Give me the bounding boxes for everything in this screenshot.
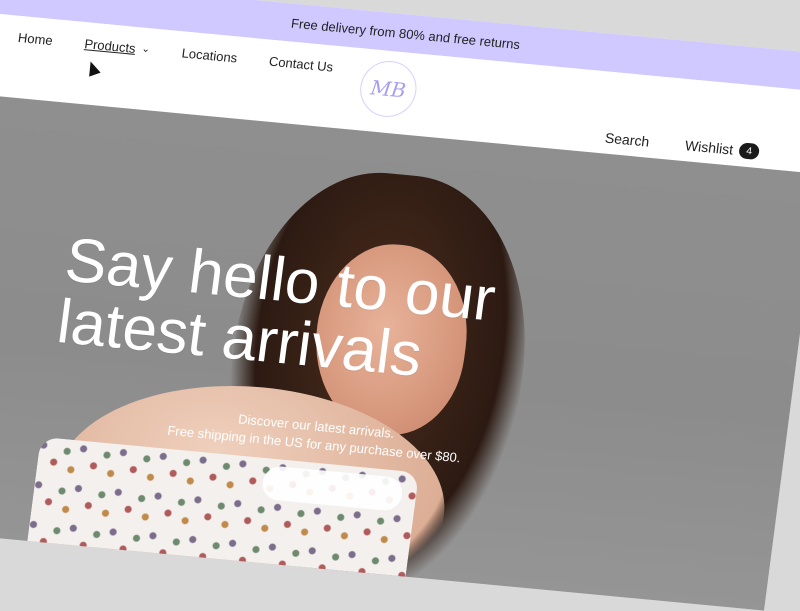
brand-logo[interactable]: MB [356, 58, 420, 120]
search-label: Search [604, 129, 651, 150]
nav-home[interactable]: Home [17, 30, 53, 48]
wishlist-link[interactable]: Wishlist 4 [684, 137, 761, 161]
search-link[interactable]: Search [604, 130, 650, 150]
nav-products-label: Products [83, 36, 137, 56]
brand-logo-text: MB [369, 75, 408, 103]
wishlist-label: Wishlist [684, 137, 735, 158]
chevron-down-icon: ⌄ [140, 43, 151, 56]
hero-headline: Say hello to our latest arrivals [53, 225, 500, 390]
mouse-cursor-icon [84, 59, 101, 77]
nav-products[interactable]: Products ⌄ [84, 36, 151, 57]
hero-section: Say hello to our latest arrivals Discove… [0, 93, 800, 611]
page-stage: Free delivery from 80% and free returns … [0, 0, 800, 611]
nav-contact-label: Contact Us [268, 53, 335, 75]
nav-locations-label: Locations [180, 45, 239, 66]
nav-home-label: Home [17, 29, 54, 49]
nav-locations[interactable]: Locations [181, 45, 238, 65]
wishlist-count-badge: 4 [738, 142, 761, 161]
nav-contact[interactable]: Contact Us [268, 54, 334, 75]
